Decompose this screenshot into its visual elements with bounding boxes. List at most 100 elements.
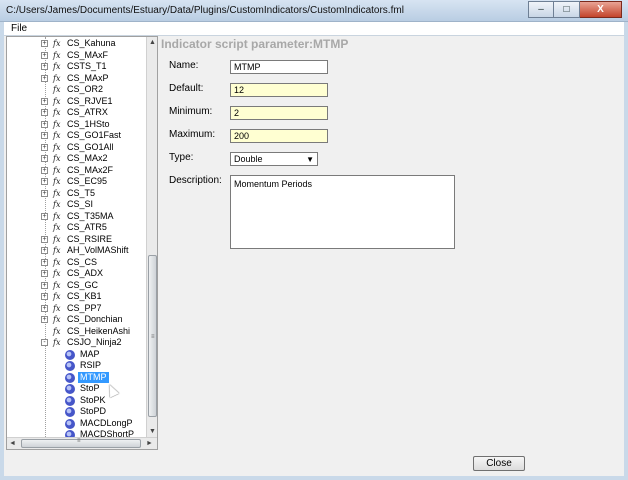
tree-item[interactable]: + fx AH_VolMAShift — [7, 245, 147, 257]
tree-item[interactable]: + fx CS_GC — [7, 280, 147, 292]
expand-icon[interactable]: + — [41, 155, 48, 162]
tree-item[interactable]: + fx CS_ATRX — [7, 107, 147, 119]
expand-icon[interactable]: + — [41, 166, 48, 174]
tree-child-item[interactable]: RSIP — [7, 360, 147, 372]
tree-horizontal-scrollbar[interactable]: ◄ ≡ ► — [7, 437, 157, 449]
tree-child-item[interactable]: StoPD — [7, 406, 147, 418]
type-select[interactable]: Double ▼ — [230, 152, 318, 166]
tree-item[interactable]: + fx CS_MAxP — [7, 73, 147, 85]
tree-item-label: CS_Kahuna — [67, 38, 116, 48]
tree-item[interactable]: + fx CS_1HSto — [7, 119, 147, 131]
tree-item[interactable]: + fx CS_GO1Fast — [7, 130, 147, 142]
maximize-button[interactable]: □ — [554, 1, 580, 18]
description-textarea[interactable]: Momentum Periods — [230, 175, 455, 249]
maximum-field[interactable]: 200 — [230, 129, 328, 143]
tree-item[interactable]: + fx CS_KB1 — [7, 291, 147, 303]
function-icon: fx — [53, 85, 61, 94]
expand-icon[interactable]: + — [41, 51, 48, 59]
tree-item[interactable]: + fx CSTS_T1 — [7, 61, 147, 73]
collapse-icon[interactable]: - — [41, 339, 48, 346]
expand-icon[interactable]: + — [41, 97, 48, 105]
expand-icon[interactable]: + — [41, 316, 48, 323]
scroll-up-arrow-icon[interactable]: ▲ — [147, 37, 157, 48]
tree-item-label: CS_MAxF — [67, 49, 109, 60]
tree-child-label: MACDLongP — [80, 417, 133, 428]
tree-child-item[interactable]: StoP — [7, 383, 147, 395]
minimum-field[interactable]: 2 — [230, 106, 328, 120]
expand-icon[interactable]: + — [41, 120, 48, 128]
window-controls: – □ X — [528, 1, 622, 18]
tree-item[interactable]: + fx CS_RSIRE — [7, 234, 147, 246]
expand-icon[interactable]: + — [41, 40, 48, 47]
tree-item[interactable]: + fx CS_CS — [7, 257, 147, 269]
tree-child-item[interactable]: MTMP — [7, 371, 147, 383]
tree-item-label: CS_MAx2F — [67, 164, 114, 175]
tree-item-label: CS_ATRX — [67, 107, 108, 117]
indicator-tree[interactable]: + fx CS_Kahuna + fx CS_MAxF + fx CSTS_T1 + fx CS_MA… — [6, 36, 158, 450]
tree-item[interactable]: + fx CS_T5 — [7, 188, 147, 200]
expand-icon[interactable]: + — [41, 293, 48, 300]
tree-item[interactable]: + fx CS_MAx2 — [7, 153, 147, 165]
expand-icon[interactable]: + — [41, 304, 48, 312]
tree-item[interactable]: fx CS_OR2 — [7, 84, 147, 96]
name-field[interactable]: MTMP — [230, 60, 328, 74]
expand-icon[interactable]: + — [41, 132, 48, 139]
function-icon: fx — [53, 315, 61, 324]
expand-icon[interactable]: + — [41, 281, 48, 289]
vertical-scroll-thumb[interactable]: ≡ — [148, 255, 157, 417]
expand-icon[interactable]: + — [41, 178, 48, 185]
expand-icon[interactable]: + — [41, 270, 48, 277]
function-icon: fx — [53, 154, 61, 163]
expand-icon[interactable]: + — [41, 109, 48, 116]
maximum-label: Maximum: — [169, 129, 216, 140]
tree-item[interactable]: + fx CS_MAxF — [7, 50, 147, 62]
tree-child-item[interactable]: MACDLongP — [7, 418, 147, 430]
expand-icon[interactable]: + — [41, 189, 48, 197]
window-close-button[interactable]: X — [580, 1, 622, 18]
tree-vertical-scrollbar[interactable]: ▲ ≡ ▼ — [146, 37, 157, 437]
tree-child-label: MTMP — [78, 371, 109, 383]
tree-item-label: CS_CS — [67, 256, 98, 267]
tree-item-label: CS_GC — [67, 279, 99, 290]
scroll-grip-icon: ≡ — [151, 334, 155, 340]
tree-item[interactable]: + fx CS_Kahuna — [7, 38, 147, 50]
tree-item[interactable]: + fx CS_Donchian — [7, 314, 147, 326]
expand-icon[interactable]: + — [41, 74, 48, 82]
tree-item[interactable]: + fx CS_MAx2F — [7, 165, 147, 177]
tree-item-label: CS_MAx2 — [67, 153, 108, 163]
tree-list: + fx CS_Kahuna + fx CS_MAxF + fx CSTS_T1 + fx CS_MA… — [7, 38, 147, 441]
tree-item[interactable]: + fx CS_EC95 — [7, 176, 147, 188]
expand-icon[interactable]: + — [41, 258, 48, 266]
tree-item[interactable]: + fx CS_T35MA — [7, 211, 147, 223]
expand-icon[interactable]: + — [41, 247, 48, 254]
tree-item[interactable]: + fx CS_PP7 — [7, 303, 147, 315]
close-button[interactable]: Close — [473, 456, 525, 471]
function-icon: fx — [53, 62, 61, 71]
tree-item[interactable]: + fx CS_GO1All — [7, 142, 147, 154]
tree-item-label: CS_HeikenAshi — [67, 325, 131, 336]
tree-item-label: CS_RJVE1 — [67, 95, 113, 106]
expand-icon[interactable]: + — [41, 212, 48, 220]
expand-icon[interactable]: + — [41, 235, 48, 243]
tree-item-label: CS_ATR5 — [67, 222, 107, 232]
tree-item[interactable]: - fx CSJO_Ninja2 — [7, 337, 147, 349]
minimize-button[interactable]: – — [528, 1, 554, 18]
scroll-down-arrow-icon[interactable]: ▼ — [147, 426, 157, 437]
tree-item[interactable]: + fx CS_RJVE1 — [7, 96, 147, 108]
expand-icon[interactable]: + — [41, 143, 48, 151]
tree-item[interactable]: + fx CS_ADX — [7, 268, 147, 280]
default-label: Default: — [169, 83, 204, 94]
horizontal-scroll-thumb[interactable]: ≡ — [21, 438, 141, 448]
expand-icon[interactable]: + — [41, 63, 48, 70]
tree-item-label: CS_OR2 — [67, 84, 104, 94]
tree-item[interactable]: fx CS_SI — [7, 199, 147, 211]
menu-file[interactable]: File — [11, 23, 27, 34]
tree-item[interactable]: fx CS_HeikenAshi — [7, 326, 147, 338]
scroll-left-arrow-icon[interactable]: ◄ — [7, 438, 18, 449]
tree-child-item[interactable]: MAP — [7, 349, 147, 361]
tree-item[interactable]: fx CS_ATR5 — [7, 222, 147, 234]
tree-child-item[interactable]: StoPK — [7, 395, 147, 407]
scroll-right-arrow-icon[interactable]: ► — [144, 438, 155, 449]
window-title: C:/Users/James/Documents/Estuary/Data/Pl… — [6, 5, 404, 16]
default-field[interactable]: 12 — [230, 83, 328, 97]
